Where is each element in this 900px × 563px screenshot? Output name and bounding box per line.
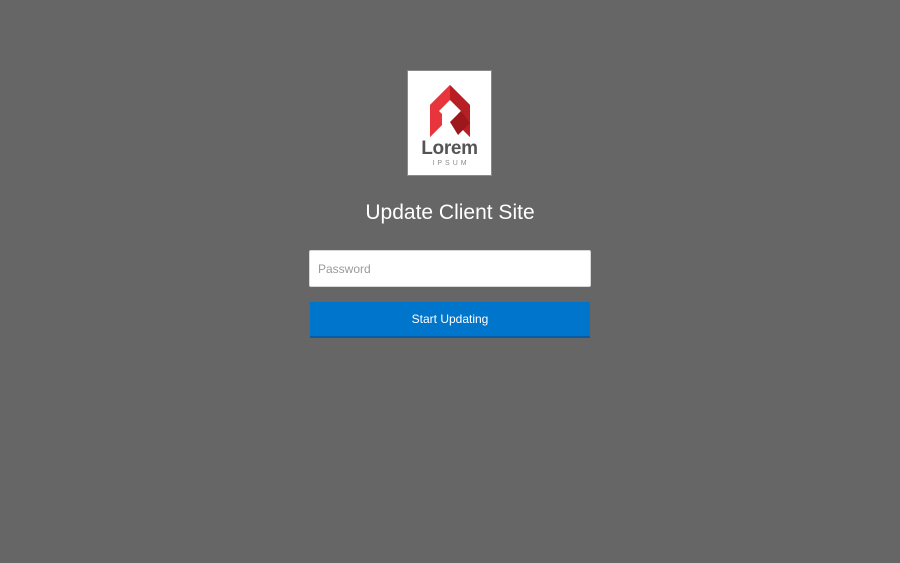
logo-subtitle: IPSUM [432, 160, 470, 167]
house-diamond-logo-icon [430, 85, 470, 137]
update-page: Lorem IPSUM Update Client Site Start Upd… [0, 0, 900, 563]
logo-card: Lorem IPSUM [407, 70, 492, 176]
page-title: Update Client Site [365, 201, 535, 224]
start-updating-button[interactable]: Start Updating [310, 302, 590, 338]
logo-wordmark: Lorem [421, 138, 478, 159]
password-input[interactable] [309, 250, 591, 287]
